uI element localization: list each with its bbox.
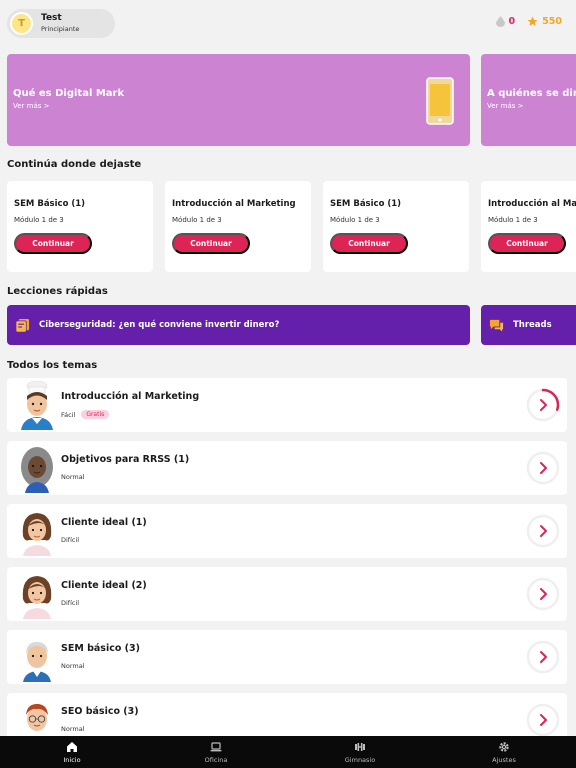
continue-card-title: Introducción al Marketing xyxy=(172,199,296,209)
woman-curly-avatar xyxy=(21,447,53,493)
user-avatar: T xyxy=(10,12,33,35)
banner-title: A quiénes se dirige xyxy=(487,88,576,99)
continue-button[interactable]: Continuar xyxy=(330,233,408,254)
continue-card[interactable]: Introducción al Marketing Módulo 1 de 3 … xyxy=(165,181,311,272)
topic-difficulty: Difícil xyxy=(61,536,80,544)
tab-label: Gimnasio xyxy=(344,755,376,764)
progress-ring-chevron-icon[interactable] xyxy=(526,514,560,548)
chat-icon xyxy=(489,319,504,332)
topic-title: SEO básico (3) xyxy=(61,706,139,717)
drop-icon xyxy=(495,16,505,27)
star-icon xyxy=(527,16,538,26)
continue-card-title: SEM Básico (1) xyxy=(14,199,86,209)
continue-card-module: Módulo 1 de 3 xyxy=(330,216,380,224)
topic-difficulty: Normal xyxy=(61,473,85,481)
continue-card-module: Módulo 1 de 3 xyxy=(14,216,64,224)
tab-label: Oficina xyxy=(204,755,228,764)
banner-digital-mark[interactable]: Qué es Digital Mark Ver más > xyxy=(7,54,470,146)
topic-title: Cliente ideal (2) xyxy=(61,580,147,591)
tab-label: Ajustes xyxy=(492,755,516,764)
continue-card[interactable]: SEM Básico (1) Módulo 1 de 3 Continuar xyxy=(323,181,469,272)
banner-audience[interactable]: A quiénes se dirige Ver más > xyxy=(481,54,576,146)
topic-level: Normal xyxy=(61,473,85,481)
tab-oficina[interactable]: Oficina xyxy=(144,736,288,768)
topic-title: Cliente ideal (1) xyxy=(61,517,147,528)
progress-ring-chevron-icon[interactable] xyxy=(526,451,560,485)
topic-row[interactable]: Introducción al Marketing Fácil Gratis xyxy=(7,378,567,432)
topic-title: SEM básico (3) xyxy=(61,643,140,654)
section-title-all-topics: Todos los temas xyxy=(7,360,98,371)
section-title-quick: Lecciones rápidas xyxy=(7,286,108,297)
top-bar: T Test Principiante 0 550 xyxy=(0,0,576,46)
topic-level: Normal xyxy=(61,662,85,670)
progress-ring-chevron-icon[interactable] xyxy=(526,577,560,611)
dumbbell-icon xyxy=(355,742,365,751)
gear-icon xyxy=(499,741,509,752)
topic-level: Normal xyxy=(61,725,85,733)
continue-card[interactable]: SEM Básico (1) Módulo 1 de 3 Continuar xyxy=(7,181,153,272)
banner-title: Qué es Digital Mark xyxy=(13,88,125,99)
cards-icon xyxy=(15,318,30,332)
user-name: Test xyxy=(41,13,62,24)
tab-label: Inicio xyxy=(63,755,81,764)
continue-button[interactable]: Continuar xyxy=(488,233,566,254)
topic-title: Objetivos para RRSS (1) xyxy=(61,454,190,465)
progress-ring-chevron-icon[interactable] xyxy=(526,640,560,674)
topic-level: Difícil xyxy=(61,599,79,607)
topic-difficulty: Fácil xyxy=(61,410,76,419)
drops-count: 0 xyxy=(508,16,516,27)
tab-inicio[interactable]: Inicio xyxy=(0,736,144,768)
bottom-tab-bar: Inicio Oficina Gimnasio Ajustes xyxy=(0,736,576,768)
banner-see-more-link[interactable]: Ver más > xyxy=(487,102,524,110)
topic-row[interactable]: Objetivos para RRSS (1) Normal xyxy=(7,441,567,495)
continue-button[interactable]: Continuar xyxy=(172,233,250,254)
user-level: Principiante xyxy=(41,25,80,34)
topic-difficulty: Normal xyxy=(61,662,85,670)
continue-card-module: Módulo 1 de 3 xyxy=(172,216,222,224)
topic-difficulty: Normal xyxy=(61,725,85,733)
topic-level: Fácil Gratis xyxy=(61,410,110,419)
continue-card-module: Módulo 1 de 3 xyxy=(488,216,538,224)
continue-card-title: Introducción al Marketing xyxy=(488,199,576,209)
tab-gimnasio[interactable]: Gimnasio xyxy=(288,736,432,768)
woman-brown-hair-avatar xyxy=(22,513,52,556)
tab-ajustes[interactable]: Ajustes xyxy=(432,736,576,768)
phone-illustration xyxy=(426,77,454,125)
laptop-icon xyxy=(210,741,222,751)
topic-row[interactable]: Cliente ideal (1) Difícil xyxy=(7,504,567,558)
free-badge: Gratis xyxy=(81,410,110,419)
topic-level: Difícil xyxy=(61,536,79,544)
chef-man-avatar xyxy=(21,380,53,430)
user-profile-pill[interactable]: T Test Principiante xyxy=(7,9,115,38)
continue-button[interactable]: Continuar xyxy=(14,233,92,254)
banner-see-more-link[interactable]: Ver más > xyxy=(13,102,50,110)
progress-ring-chevron-icon[interactable] xyxy=(526,388,560,422)
stars-count: 550 xyxy=(542,16,562,27)
quick-lesson-item[interactable]: Ciberseguridad: ¿en qué conviene inverti… xyxy=(7,305,470,345)
continue-card[interactable]: Introducción al Marketing Módulo 1 de 3 … xyxy=(481,181,576,272)
quick-lesson-item[interactable]: Threads xyxy=(481,305,576,345)
home-icon xyxy=(67,741,77,752)
topic-row[interactable]: Cliente ideal (2) Difícil xyxy=(7,567,567,621)
topic-title: Introducción al Marketing xyxy=(61,391,200,402)
topic-row[interactable]: SEM básico (3) Normal xyxy=(7,630,567,684)
quick-lesson-label: Ciberseguridad: ¿en qué conviene inverti… xyxy=(39,320,280,330)
woman-brown-hair-avatar xyxy=(22,576,52,619)
old-man-avatar xyxy=(23,642,51,682)
stats: 0 550 xyxy=(495,16,562,27)
continue-card-title: SEM Básico (1) xyxy=(330,199,402,209)
quick-lesson-label: Threads xyxy=(513,320,552,330)
section-title-continue: Continúa donde dejaste xyxy=(7,159,142,170)
progress-ring-chevron-icon[interactable] xyxy=(526,703,560,737)
topic-difficulty: Difícil xyxy=(61,599,80,607)
